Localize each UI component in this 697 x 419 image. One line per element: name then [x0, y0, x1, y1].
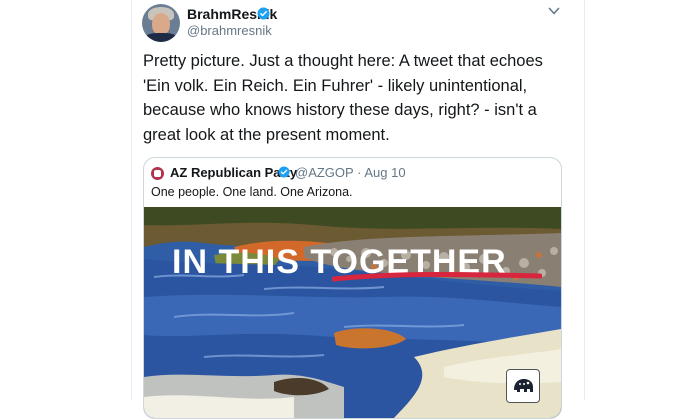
- author-handle[interactable]: @brahmresnik: [187, 23, 272, 38]
- author-avatar[interactable]: [142, 4, 180, 42]
- quoted-author-avatar[interactable]: [151, 167, 164, 180]
- quoted-tweet-text: One people. One land. One Arizona.: [151, 185, 353, 199]
- chevron-down-icon[interactable]: [548, 6, 560, 16]
- red-brush-underline: [332, 271, 542, 282]
- verified-badge-icon: [257, 7, 270, 20]
- quoted-tweet-meta: @AZGOP · Aug 10: [295, 165, 406, 180]
- meta-separator: ·: [357, 165, 362, 180]
- timeline-right-border: [584, 0, 585, 400]
- quoted-author-handle[interactable]: @AZGOP: [295, 165, 353, 180]
- gop-elephant-logo-icon: [506, 369, 540, 403]
- quoted-tweet[interactable]: AZ Republican Party @AZGOP · Aug 10 One …: [143, 157, 562, 419]
- tweet-text: Pretty picture. Just a thought here: A t…: [143, 52, 543, 144]
- quoted-tweet-date[interactable]: Aug 10: [364, 165, 405, 180]
- verified-badge-icon: [278, 166, 290, 178]
- timeline-left-border: [131, 0, 132, 400]
- river-landscape-image: [144, 207, 561, 418]
- quoted-tweet-image[interactable]: IN THIS TOGETHER: [144, 207, 561, 418]
